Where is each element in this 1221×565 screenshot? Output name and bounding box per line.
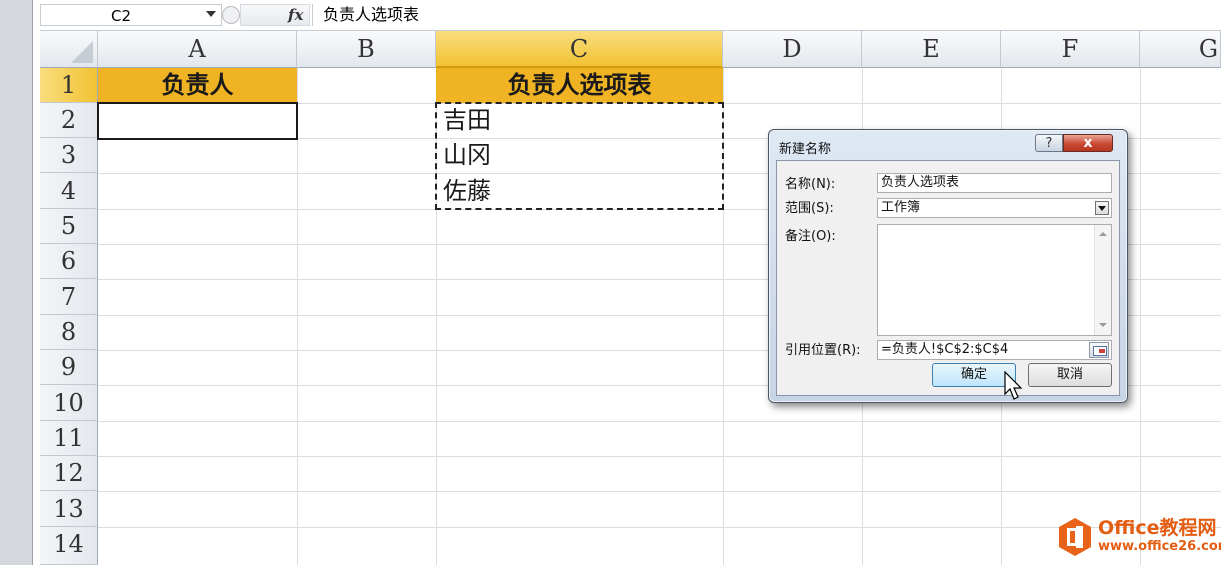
column-header-b[interactable]: B [297,31,436,68]
row-header-6[interactable]: 6 [40,244,98,279]
dropdown-arrow-icon[interactable] [1095,201,1109,215]
watermark-title: Office教程网 [1098,517,1217,539]
active-cell-a2[interactable] [97,102,298,140]
name-box[interactable]: C2 [40,4,222,26]
window-left-edge [0,0,33,565]
insert-function-icon[interactable]: fx [288,4,303,26]
name-input[interactable]: 负责人选项表 [877,173,1112,193]
cell-a1[interactable]: 负责人 [98,68,297,103]
cell-c1[interactable]: 负责人选项表 [436,68,723,103]
comment-scrollbar[interactable] [1094,225,1111,335]
refers-to-input[interactable]: =负责人!$C$2:$C$4 [877,340,1112,360]
row-header-7[interactable]: 7 [40,279,98,315]
watermark-url: www.office26.com [1098,539,1221,554]
gridline [98,491,1221,492]
name-label: 名称(N): [785,177,836,192]
row-header-4[interactable]: 4 [40,173,98,209]
comment-label: 备注(O): [785,229,836,244]
row-header-10[interactable]: 10 [40,385,98,421]
row-header-9[interactable]: 9 [40,350,98,385]
name-box-value: C2 [111,7,132,25]
column-header-d[interactable]: D [723,31,862,68]
dialog-title: 新建名称 [779,142,832,157]
gridline [98,421,1221,422]
column-header-c[interactable]: C [436,31,723,68]
new-name-dialog: 新建名称 ? x 名称(N): 负责人选项表 范围(S): 工作簿 备注(O):… [768,129,1128,403]
name-box-dropdown-icon[interactable] [206,11,216,17]
scope-select[interactable]: 工作簿 [877,198,1112,218]
column-header-g[interactable]: G [1140,31,1221,68]
scope-label: 范围(S): [785,201,834,216]
mouse-pointer-icon [1004,371,1023,400]
column-header-e[interactable]: E [862,31,1001,68]
row-header-8[interactable]: 8 [40,315,98,350]
column-header-a[interactable]: A [98,31,297,68]
select-all-corner[interactable] [40,31,98,68]
formula-bar: C2 fx 负责人选项表 [40,0,1221,31]
scroll-down-icon[interactable] [1099,323,1107,327]
dialog-body: 名称(N): 负责人选项表 范围(S): 工作簿 备注(O): 引用位置(R):… [776,160,1120,400]
gridline [98,527,1221,528]
gridline [98,456,1221,457]
column-header-f[interactable]: F [1001,31,1140,68]
scroll-up-icon[interactable] [1099,232,1107,236]
row-header-11[interactable]: 11 [40,421,98,456]
row-header-12[interactable]: 12 [40,456,98,491]
row-header-1[interactable]: 1 [40,68,98,103]
copy-marquee [435,102,724,210]
refers-to-label: 引用位置(R): [785,343,861,358]
close-button[interactable]: x [1063,134,1113,152]
row-header-13[interactable]: 13 [40,491,98,527]
refers-to-value: =负责人!$C$2:$C$4 [881,342,1009,357]
row-header-2[interactable]: 2 [40,103,98,138]
cancel-button[interactable]: 取消 [1028,363,1112,387]
formula-bar-resize-icon[interactable] [222,6,240,24]
scope-value: 工作簿 [881,200,921,215]
office-logo-icon [1059,518,1091,556]
row-header-5[interactable]: 5 [40,209,98,244]
range-picker-icon[interactable] [1089,342,1109,358]
comment-textarea[interactable] [877,224,1112,336]
help-button[interactable]: ? [1035,134,1063,152]
formula-input[interactable]: 负责人选项表 [312,4,1221,26]
row-header-3[interactable]: 3 [40,138,98,173]
watermark-logo: Office教程网 www.office26.com [1058,517,1221,559]
select-all-icon [71,41,93,63]
row-header-14[interactable]: 14 [40,527,98,565]
